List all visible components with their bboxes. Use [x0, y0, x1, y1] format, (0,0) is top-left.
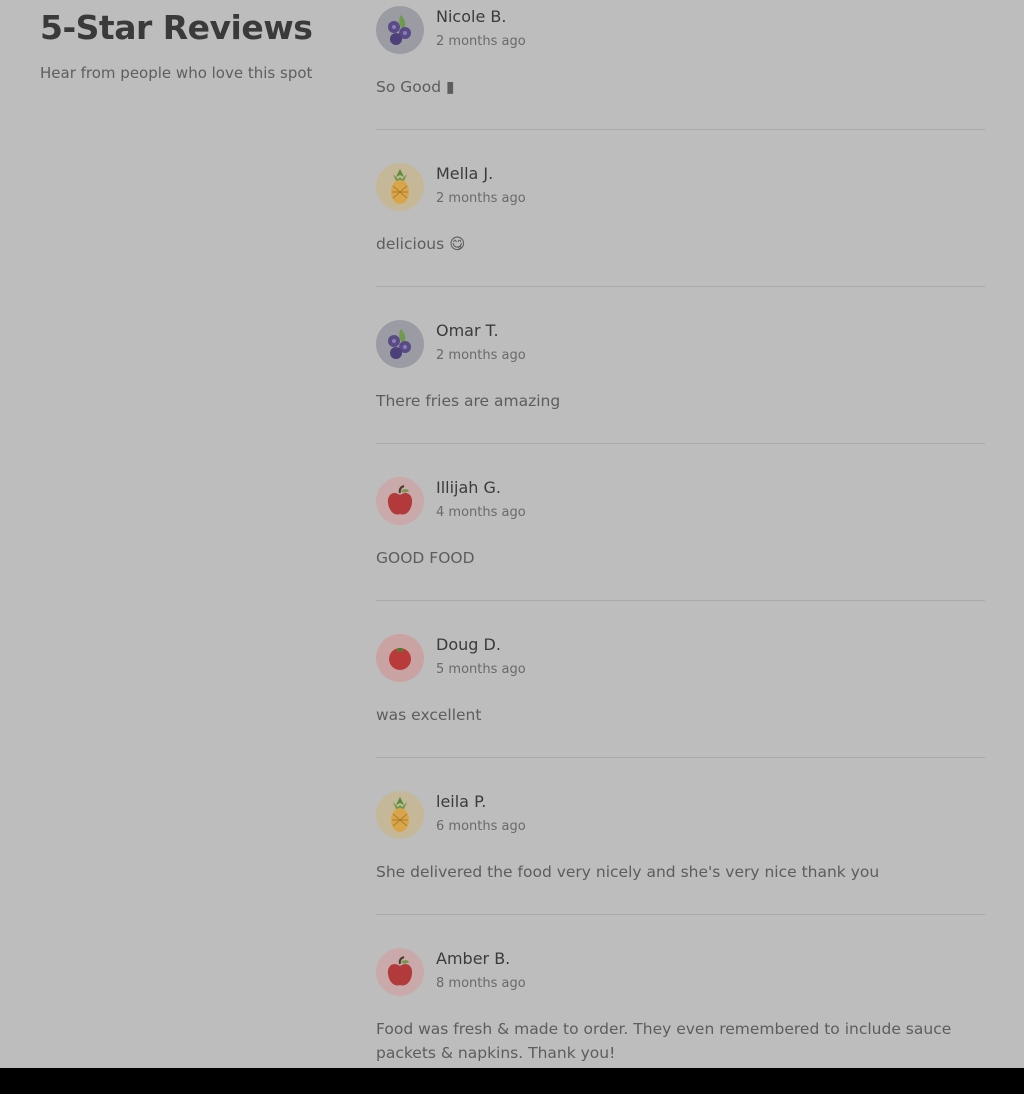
- reviewer-name: Amber B.: [436, 949, 511, 968]
- avatar: [376, 163, 424, 211]
- bottom-bar: [0, 1068, 1024, 1094]
- tomato-icon: [389, 648, 411, 670]
- review-item: Nicole B. 2 months ago So Good ▮: [376, 0, 985, 130]
- review-date: 2 months ago: [436, 191, 526, 206]
- review-date: 4 months ago: [436, 505, 526, 520]
- review-item: Doug D. 5 months ago was excellent: [376, 628, 985, 758]
- avatar: [376, 477, 424, 525]
- apple-icon: [387, 485, 413, 515]
- review-item: Amber B. 8 months ago Food was fresh & m…: [376, 942, 985, 1062]
- reviewer-name: Doug D.: [436, 635, 501, 654]
- reviewer-name: leila P.: [436, 792, 487, 811]
- review-text: She delivered the food very nicely and s…: [376, 863, 880, 881]
- review-date: 8 months ago: [436, 976, 526, 991]
- blueberry-icon: [388, 15, 411, 45]
- reviews-header: 5-Star Reviews Hear from people who love…: [40, 8, 340, 82]
- review-date: 2 months ago: [436, 348, 526, 363]
- review-date: 5 months ago: [436, 662, 526, 677]
- blueberry-icon: [388, 329, 411, 359]
- page-subtitle: Hear from people who love this spot: [40, 64, 313, 82]
- review-item: leila P. 6 months ago She delivered the …: [376, 785, 985, 915]
- review-text: delicious 😋: [376, 235, 466, 253]
- reviewer-name: Illijah G.: [436, 478, 502, 497]
- pineapple-icon: [391, 797, 409, 832]
- avatar: [376, 320, 424, 368]
- reviews-list: Nicole B. 2 months ago So Good ▮ Mella J…: [376, 0, 985, 1089]
- review-text: Food was fresh & made to order. They eve…: [376, 1020, 952, 1062]
- avatar: [376, 6, 424, 54]
- page-title: 5-Star Reviews: [40, 8, 313, 47]
- reviewer-name: Omar T.: [436, 321, 499, 340]
- avatar: [376, 634, 424, 682]
- review-text: There fries are amazing: [376, 392, 561, 410]
- review-text: GOOD FOOD: [376, 549, 475, 567]
- reviewer-name: Mella J.: [436, 164, 494, 183]
- review-text: was excellent: [376, 706, 482, 724]
- pineapple-icon: [391, 169, 409, 204]
- avatar: [376, 791, 424, 839]
- review-date: 6 months ago: [436, 819, 526, 834]
- reviewer-name: Nicole B.: [436, 7, 507, 26]
- apple-icon: [387, 956, 413, 986]
- review-item: Omar T. 2 months ago There fries are ama…: [376, 314, 985, 444]
- review-text: So Good ▮: [376, 78, 455, 96]
- avatar: [376, 948, 424, 996]
- review-item: Mella J. 2 months ago delicious 😋: [376, 157, 985, 287]
- review-item: Illijah G. 4 months ago GOOD FOOD: [376, 471, 985, 601]
- review-date: 2 months ago: [436, 34, 526, 49]
